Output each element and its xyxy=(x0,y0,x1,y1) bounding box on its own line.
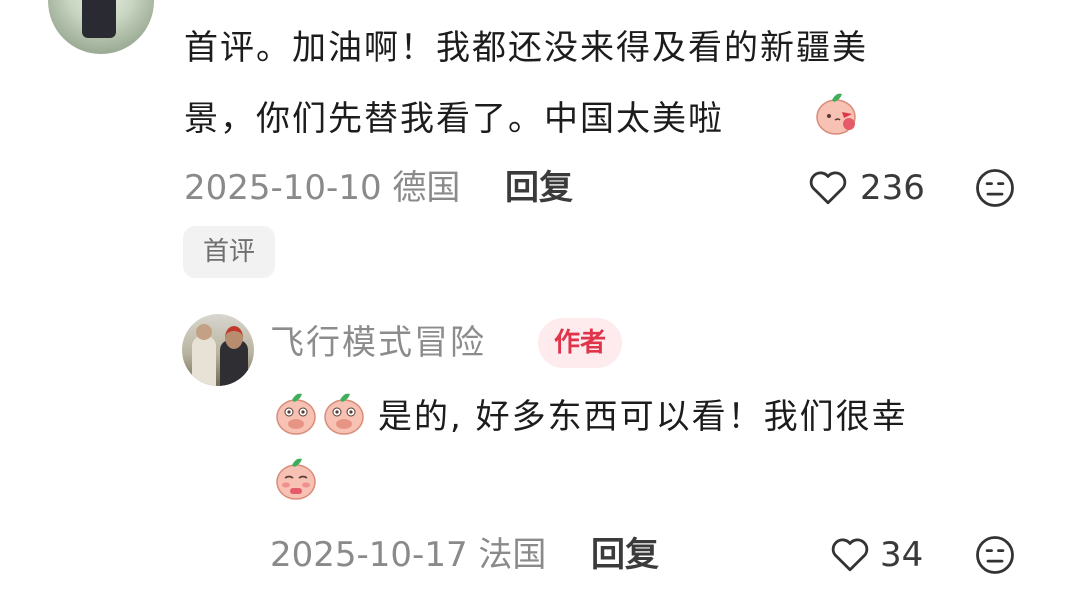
reply-text-line1: 是的, 好多东西可以看！我们很幸 xyxy=(378,397,908,437)
heart-icon[interactable] xyxy=(806,166,850,208)
dislike-face-icon[interactable] xyxy=(974,167,1016,209)
peach-emoji xyxy=(324,393,364,435)
author-name[interactable]: 飞行模式冒险 xyxy=(270,322,486,364)
peach-kiss-emoji xyxy=(816,93,856,135)
comment-date: 2025-10-10 xyxy=(184,168,382,208)
like-count: 236 xyxy=(860,168,925,208)
comment-location: 德国 xyxy=(392,168,461,208)
comment-text-line1: 首评。加油啊！我都还没来得及看的新疆美 xyxy=(184,28,868,68)
comment-meta: 2025-10-10 德国 xyxy=(184,168,460,208)
author-badge: 作者 xyxy=(538,318,623,368)
dislike-face-icon[interactable] xyxy=(974,534,1016,576)
reply-button[interactable]: 回复 xyxy=(505,168,573,208)
reply-date: 2025-10-17 xyxy=(270,535,468,575)
comment-text-line2: 景，你们先替我看了。中国太美啦 xyxy=(184,99,724,139)
author-avatar[interactable] xyxy=(182,314,254,386)
first-comment-tag: 首评 xyxy=(183,226,276,278)
peach-emoji xyxy=(276,393,316,435)
reply-button[interactable]: 回复 xyxy=(591,535,659,575)
commenter-avatar[interactable] xyxy=(48,0,154,54)
reply-location: 法国 xyxy=(478,535,547,575)
like-count: 34 xyxy=(880,535,924,575)
reply-meta: 2025-10-17 法国 xyxy=(270,535,546,575)
peach-shy-emoji xyxy=(276,458,316,500)
heart-icon[interactable] xyxy=(828,533,872,575)
